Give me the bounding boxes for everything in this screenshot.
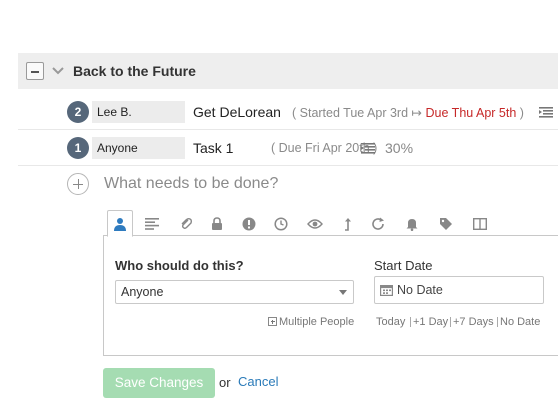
repeat-icon — [372, 217, 384, 230]
quick-date-today[interactable]: Today — [376, 316, 405, 328]
task-name[interactable]: Get DeLorean — [193, 104, 281, 120]
quick-date-plus-1-day[interactable]: +1 Day — [413, 316, 448, 328]
multiple-people-link[interactable]: Multiple People — [268, 316, 354, 328]
tab-reminders[interactable] — [399, 212, 425, 236]
quick-date-plus-7-days[interactable]: +7 Days — [453, 316, 494, 328]
dependency-icon — [345, 218, 351, 231]
tab-tags[interactable] — [433, 212, 459, 236]
date-range-arrow: ↦ — [411, 106, 423, 120]
task-dates-close: ) — [519, 106, 524, 120]
plus-square-icon — [268, 317, 277, 326]
tab-privacy[interactable] — [204, 212, 230, 236]
task-start-date: ( Started Tue Apr 3rd — [292, 106, 409, 120]
clock-icon — [274, 217, 288, 231]
tab-priority[interactable] — [236, 212, 262, 236]
tag-icon — [440, 218, 452, 230]
attachment-icon — [181, 217, 193, 230]
tab-attachments[interactable] — [173, 212, 199, 236]
task-detail-tabs — [103, 210, 558, 237]
save-changes-button[interactable]: Save Changes — [103, 368, 215, 398]
collapse-group-button[interactable] — [26, 62, 44, 80]
add-task-button[interactable] — [67, 173, 89, 195]
multiple-people-label: Multiple People — [279, 316, 355, 328]
lock-icon — [212, 217, 222, 230]
caret-down-icon — [339, 290, 347, 295]
task-name[interactable]: Task 1 — [193, 140, 233, 156]
calendar-icon — [380, 285, 393, 296]
task-priority-badge[interactable]: 1 — [67, 137, 89, 159]
person-icon — [114, 217, 126, 231]
task-assignee[interactable]: Anyone — [92, 137, 185, 159]
priority-icon — [242, 217, 256, 231]
assignee-select-value: Anyone — [121, 285, 164, 299]
description-icon[interactable] — [539, 107, 553, 118]
start-date-label: Start Date — [374, 258, 433, 273]
start-date-value: No Date — [397, 283, 443, 297]
new-task-input[interactable] — [104, 172, 558, 196]
divider — [410, 317, 411, 327]
task-progress[interactable]: 30% — [385, 140, 413, 156]
assignee-select[interactable]: Anyone — [115, 280, 354, 304]
tab-dependencies[interactable] — [335, 212, 361, 236]
quick-date-no-date[interactable]: No Date — [500, 316, 540, 328]
cancel-link[interactable]: Cancel — [238, 374, 278, 389]
tab-watchers[interactable] — [302, 212, 328, 236]
task-due-date: Due Thu Apr 5th — [425, 106, 517, 120]
tab-assignee[interactable] — [107, 210, 133, 237]
tab-time[interactable] — [268, 212, 294, 236]
description-icon — [145, 218, 159, 230]
task-row[interactable]: 2 Lee B. Get DeLorean ( Started Tue Apr … — [18, 95, 558, 130]
chevron-down-icon[interactable] — [51, 64, 65, 78]
task-detail-panel: Who should do this? Anyone Multiple Peop… — [103, 236, 558, 356]
or-text: or — [219, 375, 231, 390]
tab-repeat[interactable] — [365, 212, 391, 236]
project-title[interactable]: Back to the Future — [73, 63, 196, 79]
divider — [450, 317, 451, 327]
tab-description[interactable] — [139, 212, 165, 236]
bell-icon — [406, 219, 418, 231]
task-assignee[interactable]: Lee B. — [92, 101, 185, 123]
project-group-header: Back to the Future — [18, 53, 558, 89]
divider — [497, 317, 498, 327]
column-icon — [473, 218, 487, 230]
eye-icon — [307, 219, 323, 229]
task-row[interactable]: 1 Anyone Task 1 ( Due Fri Apr 20th ) 30% — [18, 131, 558, 166]
assignee-label: Who should do this? — [115, 258, 244, 273]
start-date-field[interactable]: No Date — [374, 276, 544, 304]
tab-columns[interactable] — [467, 212, 493, 236]
task-priority-badge[interactable]: 2 — [67, 101, 89, 123]
task-dates: ( Started Tue Apr 3rd ↦ Due Thu Apr 5th … — [292, 105, 524, 120]
description-icon[interactable] — [361, 143, 375, 154]
